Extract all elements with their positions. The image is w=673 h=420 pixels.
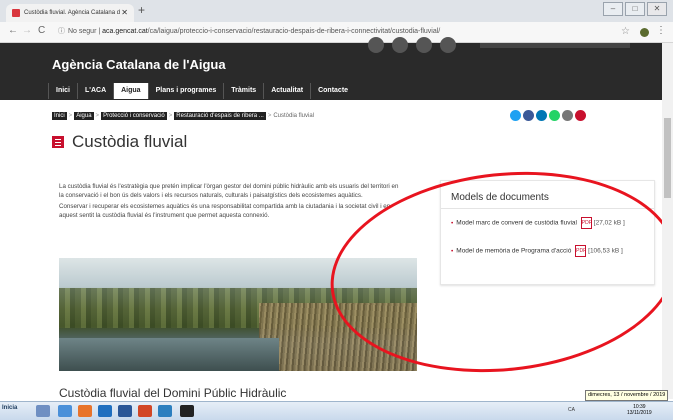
site-title[interactable]: Agència Catalana de l'Aigua (52, 57, 226, 72)
forward-button[interactable]: → (22, 25, 32, 36)
breadcrumb-item[interactable]: Aigua (74, 112, 94, 120)
clock[interactable]: 10:39 13/11/2019 (627, 404, 652, 416)
chrome-icon[interactable] (58, 405, 72, 417)
url-path: /ca/laigua/proteccio-i-conservacio/resta… (147, 28, 441, 35)
start-button[interactable]: Inicia (2, 405, 17, 411)
breadcrumb-item[interactable]: Restauració d'espais de ribera ... (174, 112, 266, 120)
site-header: Agència Catalana de l'Aigua Inici L'ACA … (0, 37, 662, 100)
section-heading: Custòdia fluvial del Domini Públic Hidrà… (59, 386, 287, 400)
nav-item-aca[interactable]: L'ACA (77, 83, 113, 99)
facebook-icon[interactable] (523, 110, 534, 121)
browser-tab-bar: Custòdia fluvial. Agència Catalana de ✕ … (0, 0, 673, 22)
intro-paragraph: La custòdia fluvial és l'estratègia que … (59, 183, 399, 199)
nav-item-contacte[interactable]: Contacte (310, 83, 355, 99)
scrollbar-thumb[interactable] (664, 118, 671, 198)
browser-menu-icon[interactable]: ⋮ (656, 25, 666, 36)
date-tooltip: dimecres, 13 / novembre / 2019 (585, 390, 669, 401)
intro-text: La custòdia fluvial és l'estratègia que … (59, 183, 399, 223)
linkedin-icon[interactable] (536, 110, 547, 121)
tab-title: Custòdia fluvial. Agència Catalana de (24, 10, 120, 16)
maximize-button[interactable]: □ (625, 2, 645, 16)
firefox-icon[interactable] (78, 405, 92, 417)
new-tab-button[interactable]: + (138, 3, 145, 17)
nav-item-actualitat[interactable]: Actualitat (263, 83, 310, 99)
tray-language[interactable]: CA (568, 407, 575, 413)
header-search-box[interactable] (480, 43, 630, 48)
reload-button[interactable]: C (38, 25, 45, 36)
taskbar: Inicia CA 10:39 13/11/2019 (0, 401, 673, 420)
photo-water (59, 338, 279, 371)
address-bar: ← → C ⓘ No segur | aca.gencat.cat/ca/laig… (0, 22, 673, 43)
breadcrumb-item[interactable]: Protecció i conservació (101, 112, 167, 120)
info-icon[interactable]: ⓘ (58, 28, 65, 35)
print-icon[interactable] (575, 110, 586, 121)
breadcrumb: Inici > Aigua > Protecció i conservació > R… (52, 110, 314, 122)
twitter-icon[interactable] (510, 110, 521, 121)
back-button[interactable]: ← (8, 25, 18, 36)
terminal-icon[interactable] (180, 405, 194, 417)
breadcrumb-item[interactable]: Inici (52, 112, 67, 120)
page-title-row: Custòdia fluvial (52, 131, 187, 153)
window-controls: – □ ✕ (603, 2, 667, 16)
header-decoration (368, 37, 384, 53)
clock-date: 13/11/2019 (627, 410, 652, 416)
star-icon[interactable]: ☆ (621, 26, 630, 37)
whatsapp-icon[interactable] (549, 110, 560, 121)
minimize-button[interactable]: – (603, 2, 623, 16)
url-field[interactable]: ⓘ No segur | aca.gencat.cat/ca/laigua/pro… (58, 25, 618, 39)
header-decoration (392, 37, 408, 53)
security-label: No segur (68, 28, 97, 35)
nav-item-plans[interactable]: Plans i programes (147, 83, 224, 99)
breadcrumb-separator: > (68, 113, 73, 119)
breadcrumb-separator: > (267, 113, 272, 119)
ie-icon[interactable] (158, 405, 172, 417)
browser-tab[interactable]: Custòdia fluvial. Agència Catalana de ✕ (6, 4, 134, 22)
url-domain: aca.gencat.cat (102, 28, 148, 35)
nav-item-tramits[interactable]: Tràmits (223, 83, 263, 99)
close-window-button[interactable]: ✕ (647, 2, 667, 16)
show-desktop-icon[interactable] (36, 405, 50, 417)
favicon-icon (12, 9, 20, 17)
breadcrumb-separator: > (168, 113, 173, 119)
extension-icon[interactable] (640, 28, 649, 37)
breadcrumb-current: Custòdia fluvial (273, 113, 315, 119)
header-decoration (416, 37, 432, 53)
main-navigation: Inici L'ACA Aigua Plans i programes Tràm… (48, 83, 355, 99)
email-icon[interactable] (562, 110, 573, 121)
scrollbar-track[interactable] (662, 43, 673, 399)
header-decoration (440, 37, 456, 53)
section-menu-icon[interactable] (52, 136, 64, 148)
social-share (510, 110, 586, 121)
breadcrumb-separator: > (95, 113, 100, 119)
intro-paragraph: Conservar i recuperar els ecosistemes aq… (59, 203, 391, 219)
outlook-icon[interactable] (98, 405, 112, 417)
powerpoint-icon[interactable] (138, 405, 152, 417)
page-title: Custòdia fluvial (72, 132, 188, 151)
tab-close-icon[interactable]: ✕ (121, 4, 128, 22)
word-icon[interactable] (118, 405, 132, 417)
nav-item-aigua[interactable]: Aigua (113, 83, 148, 99)
nav-item-inici[interactable]: Inici (48, 83, 77, 99)
